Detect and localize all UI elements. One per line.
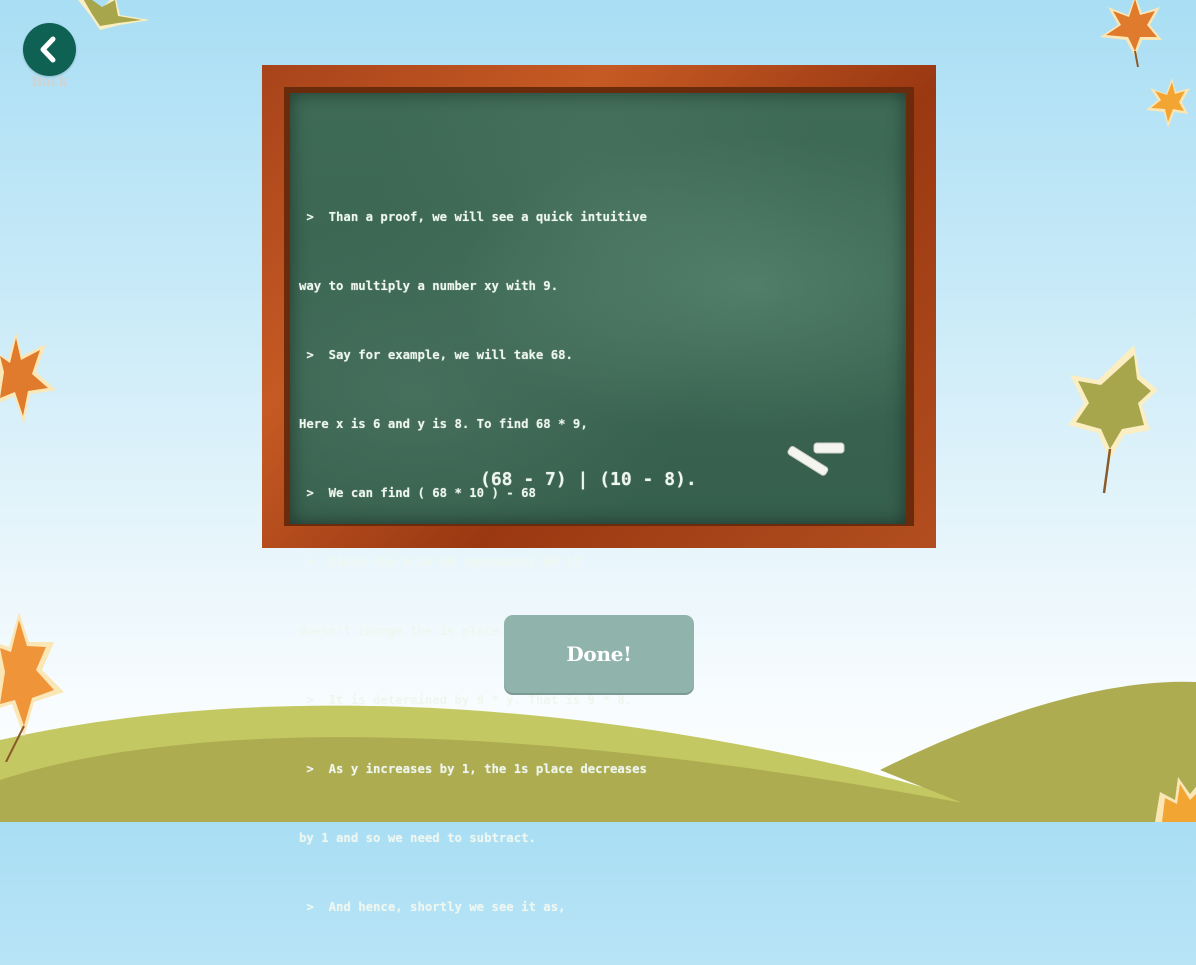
explanation-line: way to multiply a number xy with 9. (299, 279, 559, 293)
explanation-line: > Say for example, we will take 68. (299, 348, 573, 362)
autumn-leaf-icon (0, 332, 56, 424)
explanation-line: by 1 and so we need to subtract. (299, 831, 536, 845)
done-button[interactable]: Done! (504, 615, 694, 693)
back-button[interactable] (23, 23, 76, 76)
autumn-leaf-icon (1146, 78, 1190, 128)
autumn-leaf-icon (1100, 0, 1162, 68)
chalkboard: > Than a proof, we will see a quick intu… (262, 65, 936, 914)
chalk-icon (787, 442, 845, 476)
autumn-leaf-icon (1068, 345, 1158, 494)
explanation-line: > As y increases by 1, the 1s place decr… (299, 762, 647, 776)
explanation-line: > Than a proof, we will see a quick intu… (299, 210, 647, 224)
explanation-line: Here x is 6 and y is 8. To find 68 * 9, (299, 417, 588, 431)
autumn-leaf-icon (1155, 777, 1196, 822)
explanation-line: > And hence, shortly we see it as, (299, 900, 566, 914)
chevron-left-icon (40, 36, 56, 63)
explanation-line: > Since the 6 in 68 represents 60 it (299, 555, 581, 569)
result-expression: (68 - 7) | (10 - 8). (480, 469, 697, 490)
autumn-leaf-icon (0, 612, 64, 762)
back-label: Back (31, 75, 68, 90)
explanation-text: > Than a proof, we will see a quick intu… (299, 160, 647, 965)
